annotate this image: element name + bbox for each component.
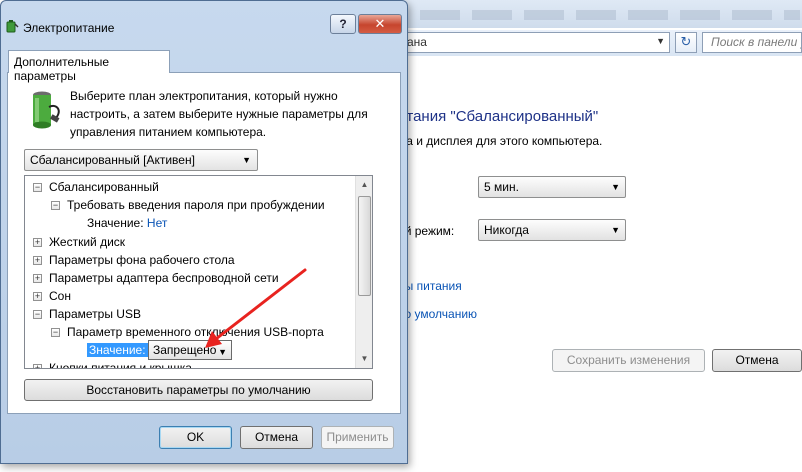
dialog-title: Электропитание xyxy=(23,21,115,35)
restore-defaults-button[interactable]: Восстановить параметры по умолчанию xyxy=(24,379,373,401)
tree-item-label: Кнопки питания и крышка xyxy=(49,361,192,369)
tree-item-usb-suspend[interactable]: − Параметр временного отключения USB-порт… xyxy=(51,323,324,341)
chevron-down-icon: ▼ xyxy=(242,155,251,165)
close-button[interactable]: ✕ xyxy=(358,14,402,34)
chevron-down-icon: ▼ xyxy=(611,225,620,235)
ok-button[interactable]: OK xyxy=(159,426,232,449)
tree-item-label: Сон xyxy=(49,289,71,303)
expand-icon[interactable]: + xyxy=(33,256,42,266)
save-changes-button[interactable]: Сохранить изменения xyxy=(552,349,705,372)
value-label-selected: Значение: xyxy=(87,343,148,357)
settings-tree[interactable]: − Сбалансированный − Требовать введения па… xyxy=(24,175,373,369)
tree-item-label: Параметры фона рабочего стола xyxy=(49,253,235,267)
tree-item-label: Жесткий диск xyxy=(49,235,126,249)
control-panel-title-blur xyxy=(420,10,800,20)
intro-text: Выберите план электропитания, который ну… xyxy=(70,89,368,139)
chevron-down-icon[interactable]: ▼ xyxy=(656,36,665,46)
tree-item-hard-disk[interactable]: + Жесткий диск xyxy=(33,233,125,251)
tree-item-usb-value[interactable]: Значение: xyxy=(87,341,148,359)
display-off-select[interactable]: 5 мин. ▼ xyxy=(478,176,626,198)
chevron-down-icon: ▼ xyxy=(218,347,227,357)
tree-item-password-value[interactable]: Значение: Нет xyxy=(87,214,167,232)
tree-item-desktop-background[interactable]: + Параметры фона рабочего стола xyxy=(33,251,235,269)
collapse-icon[interactable]: − xyxy=(33,310,42,320)
scroll-up-icon[interactable]: ▲ xyxy=(357,177,372,193)
tree-item-power-buttons[interactable]: + Кнопки питания и крышка xyxy=(33,359,192,369)
sleep-select[interactable]: Никогда ▼ xyxy=(478,219,626,241)
usb-value: Запрещено xyxy=(153,343,217,357)
bg-cancel-button[interactable]: Отмена xyxy=(712,349,802,372)
expand-icon[interactable]: + xyxy=(33,364,42,368)
scroll-thumb[interactable] xyxy=(358,196,371,296)
tab-advanced-settings[interactable]: Дополнительные параметры xyxy=(8,50,170,83)
tree-item-sleep[interactable]: + Сон xyxy=(33,287,71,305)
restore-defaults-link[interactable]: по умолчанию xyxy=(398,307,477,321)
display-off-value: 5 мин. xyxy=(484,180,519,194)
tree-item-root[interactable]: − Сбалансированный xyxy=(33,178,159,196)
help-button[interactable]: ? xyxy=(330,14,356,34)
tree-item-label: Сбалансированный xyxy=(49,180,159,194)
scroll-down-icon[interactable]: ▼ xyxy=(357,351,372,367)
chevron-down-icon: ▼ xyxy=(611,182,620,192)
tree-item-wireless[interactable]: + Параметры адаптера беспроводной сети xyxy=(33,269,279,287)
cancel-button[interactable]: Отмена xyxy=(240,426,313,449)
refresh-icon[interactable]: ↻ xyxy=(675,32,697,53)
expand-icon[interactable]: + xyxy=(33,238,42,248)
power-options-dialog: Электропитание ? ✕ Дополнительные параме… xyxy=(0,0,408,464)
usb-value-select[interactable]: Запрещено ▼ xyxy=(148,340,232,360)
plan-select[interactable]: Сбалансированный [Активен] ▼ xyxy=(24,149,258,171)
battery-icon xyxy=(33,91,60,129)
power-options-icon xyxy=(6,20,19,33)
apply-button[interactable]: Применить xyxy=(321,426,394,449)
value-label: Значение: xyxy=(87,216,144,230)
address-text: ана xyxy=(407,35,427,49)
tree-item-usb[interactable]: − Параметры USB xyxy=(33,305,141,323)
search-input[interactable]: Поиск в панели у xyxy=(702,32,802,53)
collapse-icon[interactable]: − xyxy=(51,201,60,211)
tree-item-password[interactable]: − Требовать введения пароля при пробужден… xyxy=(51,196,325,214)
plan-settings-subtext: ма и дисплея для этого компьютера. xyxy=(398,134,603,148)
plan-select-value: Сбалансированный [Активен] xyxy=(30,153,195,167)
collapse-icon[interactable]: − xyxy=(51,328,60,338)
collapse-icon[interactable]: − xyxy=(33,183,42,193)
tree-item-label: Параметры USB xyxy=(49,307,141,321)
tree-item-label: Параметры адаптера беспроводной сети xyxy=(49,271,279,285)
tree-item-label: Параметр временного отключения USB-порта xyxy=(67,325,324,339)
expand-icon[interactable]: + xyxy=(33,274,42,284)
sleep-value: Никогда xyxy=(484,223,529,237)
password-value-link[interactable]: Нет xyxy=(147,216,167,230)
tree-scrollbar[interactable]: ▲ ▼ xyxy=(355,176,372,368)
plan-settings-heading: итания "Сбалансированный" xyxy=(398,108,599,125)
tree-item-label: Требовать введения пароля при пробуждени… xyxy=(67,198,325,212)
address-field[interactable]: ана ▼ xyxy=(398,32,670,53)
expand-icon[interactable]: + xyxy=(33,292,42,302)
